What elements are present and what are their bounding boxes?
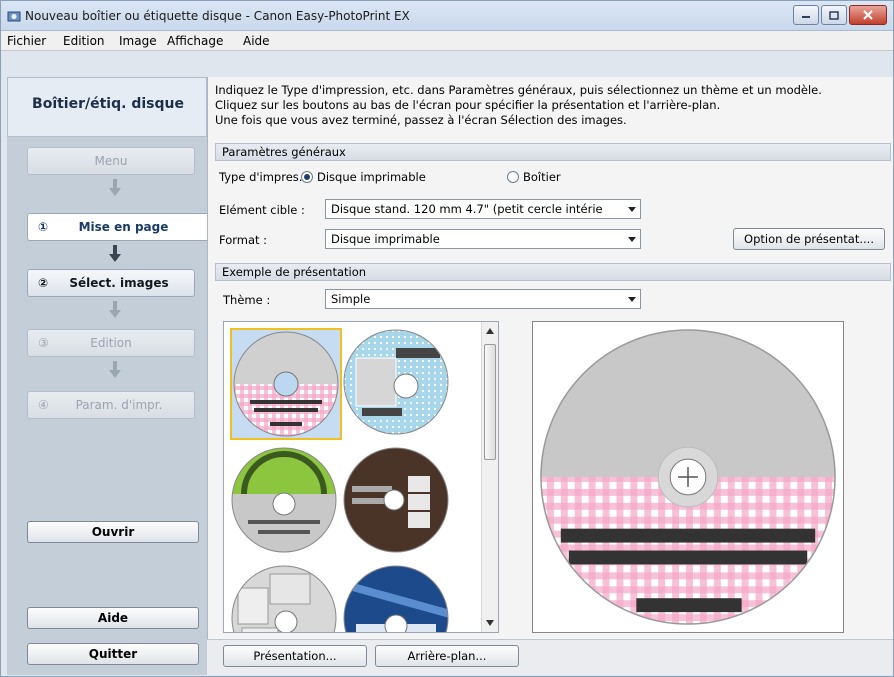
target-select[interactable]: Disque stand. 120 mm 4.7" (petit cercle … xyxy=(325,199,641,219)
layout-preview xyxy=(532,321,844,633)
disc-template-icon xyxy=(231,565,337,632)
maximize-icon xyxy=(829,10,839,20)
format-select[interactable]: Disque imprimable xyxy=(325,229,641,249)
template-thumb[interactable] xyxy=(342,446,454,558)
chevron-down-icon xyxy=(624,200,640,218)
presentation-button[interactable]: Présentation... xyxy=(223,645,367,667)
step-label: Edition xyxy=(90,336,132,350)
print-type-label: Type d'impres. : xyxy=(219,170,310,184)
arrow-down-icon xyxy=(109,361,121,378)
template-list[interactable] xyxy=(223,321,499,633)
minimize-icon xyxy=(802,16,810,18)
format-select-value: Disque imprimable xyxy=(331,232,440,246)
disc-template-icon xyxy=(233,331,339,437)
menu-aide[interactable]: Aide xyxy=(243,34,270,48)
template-thumb[interactable] xyxy=(342,328,454,440)
step-param-impr[interactable]: ④ Param. d'impr. xyxy=(27,391,195,419)
template-thumb[interactable] xyxy=(230,564,342,632)
menu-affichage[interactable]: Affichage xyxy=(167,34,223,48)
disc-template-icon xyxy=(343,329,449,435)
application-window: Nouveau boîtier ou étiquette disque - Ca… xyxy=(0,0,894,677)
template-thumb[interactable] xyxy=(230,446,342,558)
title-bar: Nouveau boîtier ou étiquette disque - Ca… xyxy=(1,1,893,31)
template-thumb[interactable] xyxy=(230,328,342,440)
target-label: Elément cible : xyxy=(219,203,305,217)
help-button[interactable]: Aide xyxy=(27,607,199,629)
step-mise-en-page[interactable]: ① Mise en page xyxy=(27,213,207,241)
theme-select-value: Simple xyxy=(331,292,371,306)
scroll-up-icon[interactable] xyxy=(486,328,494,334)
step-label: Sélect. images xyxy=(69,276,169,290)
background-button[interactable]: Arrière-plan... xyxy=(375,645,519,667)
menu-edition[interactable]: Edition xyxy=(63,34,105,48)
close-icon xyxy=(863,10,873,20)
step-label: Mise en page xyxy=(78,220,169,234)
sidebar-title: Boîtier/étiq. disque xyxy=(32,96,184,112)
radio-printable-disc[interactable] xyxy=(301,171,313,183)
radio-case-label[interactable]: Boîtier xyxy=(523,170,561,184)
disc-preview-icon xyxy=(540,329,836,625)
scroll-thumb[interactable] xyxy=(484,344,496,460)
menu-image[interactable]: Image xyxy=(119,34,157,48)
instruction-line: Cliquez sur les boutons au bas de l'écra… xyxy=(215,98,721,112)
sidebar-header: Boîtier/étiq. disque xyxy=(7,77,207,137)
format-label: Format : xyxy=(219,233,268,247)
menu-fichier[interactable]: Fichier xyxy=(7,34,46,48)
quit-button[interactable]: Quitter xyxy=(27,643,199,665)
template-list-scrollbar[interactable] xyxy=(481,322,498,632)
instruction-line: Indiquez le Type d'impression, etc. dans… xyxy=(215,83,822,97)
target-select-value: Disque stand. 120 mm 4.7" (petit cercle … xyxy=(331,202,603,216)
menu-bar: Fichier Edition Image Affichage Aide xyxy=(1,31,893,51)
disc-template-icon xyxy=(231,447,337,553)
open-button[interactable]: Ouvrir xyxy=(27,521,199,543)
step-label: Param. d'impr. xyxy=(75,398,163,412)
step-menu-button[interactable]: Menu xyxy=(27,147,195,175)
close-button[interactable] xyxy=(849,5,887,25)
chevron-down-icon xyxy=(624,230,640,248)
step-edition[interactable]: ③ Edition xyxy=(27,329,195,357)
theme-label: Thème : xyxy=(223,293,271,307)
step-select-images[interactable]: ② Sélect. images xyxy=(27,269,195,297)
layout-option-button[interactable]: Option de présentat.... xyxy=(733,228,885,250)
layout-example-header: Exemple de présentation xyxy=(215,263,891,281)
instruction-line: Une fois que vous avez terminé, passez à… xyxy=(215,113,627,127)
arrow-down-icon xyxy=(109,301,121,318)
maximize-button[interactable] xyxy=(821,5,847,25)
template-thumb[interactable] xyxy=(342,564,454,632)
minimize-button[interactable] xyxy=(793,5,819,25)
radio-case[interactable] xyxy=(507,171,519,183)
arrow-down-icon xyxy=(109,245,121,262)
theme-select[interactable]: Simple xyxy=(325,289,641,309)
chevron-down-icon xyxy=(624,290,640,308)
arrow-down-icon xyxy=(109,179,121,196)
instructions: Indiquez le Type d'impression, etc. dans… xyxy=(215,83,885,128)
disc-template-icon xyxy=(343,565,449,632)
app-icon xyxy=(7,11,21,22)
general-settings-header: Paramètres généraux xyxy=(215,143,891,161)
disc-template-icon xyxy=(343,447,449,553)
scroll-down-icon[interactable] xyxy=(486,620,494,626)
radio-printable-disc-label[interactable]: Disque imprimable xyxy=(317,170,426,184)
window-title: Nouveau boîtier ou étiquette disque - Ca… xyxy=(25,9,410,23)
step-label: Menu xyxy=(94,154,128,168)
